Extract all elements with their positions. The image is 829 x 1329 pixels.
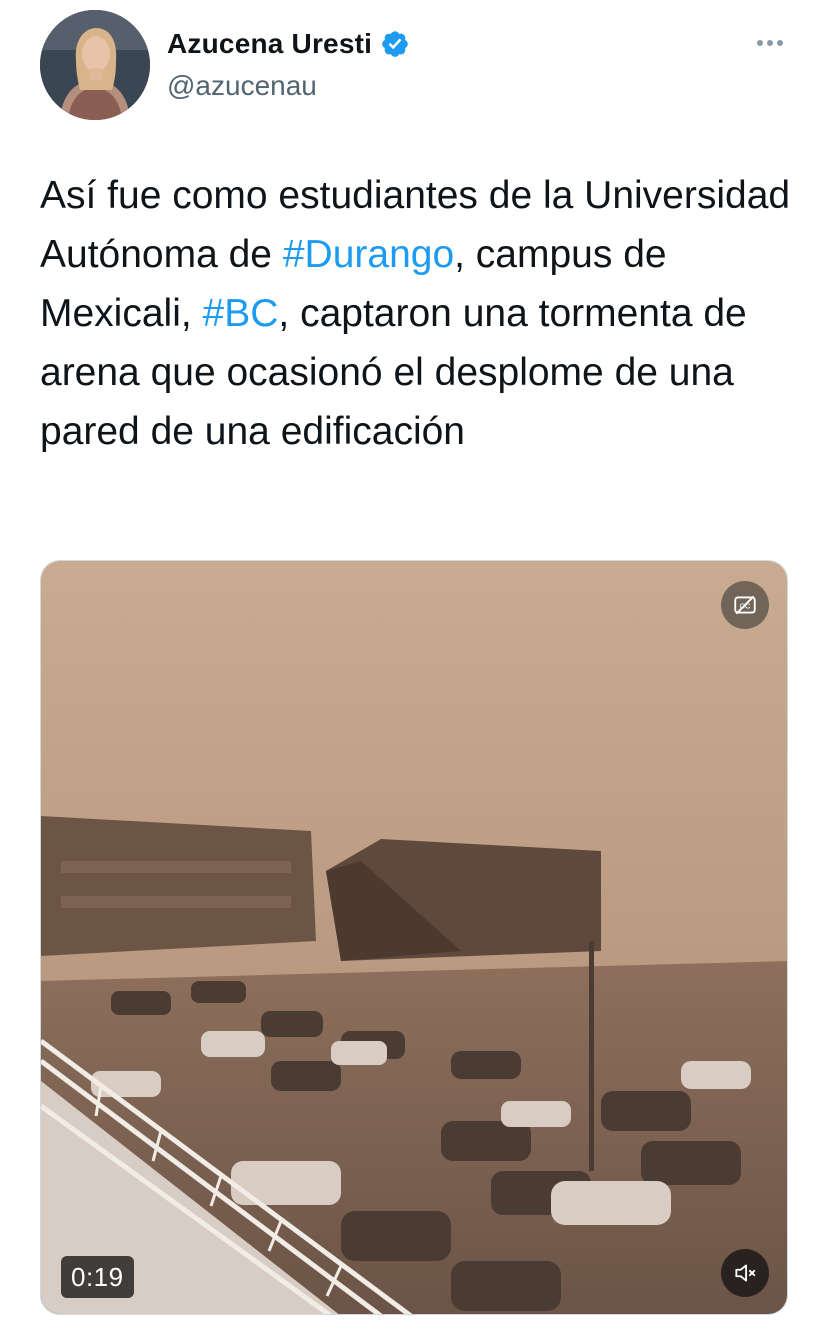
video-frame — [41, 561, 787, 1314]
hashtag-link[interactable]: #BC — [203, 292, 279, 335]
profile-photo — [40, 10, 150, 120]
user-handle[interactable]: @azucenau — [167, 70, 317, 102]
display-name[interactable]: Azucena Uresti — [167, 28, 372, 60]
avatar[interactable] — [40, 10, 150, 120]
verified-badge-icon — [380, 29, 410, 59]
video-duration: 0:19 — [61, 1256, 134, 1298]
tweet-text: Así fue como estudiantes de la Universid… — [40, 166, 800, 461]
more-horizontal-icon[interactable] — [752, 28, 788, 58]
video-player[interactable]: CC 0:19 — [40, 560, 788, 1315]
hashtag-link[interactable]: #Durango — [283, 233, 454, 276]
closed-captions-off-icon[interactable]: CC — [721, 581, 769, 629]
speaker-muted-icon[interactable] — [721, 1249, 769, 1297]
